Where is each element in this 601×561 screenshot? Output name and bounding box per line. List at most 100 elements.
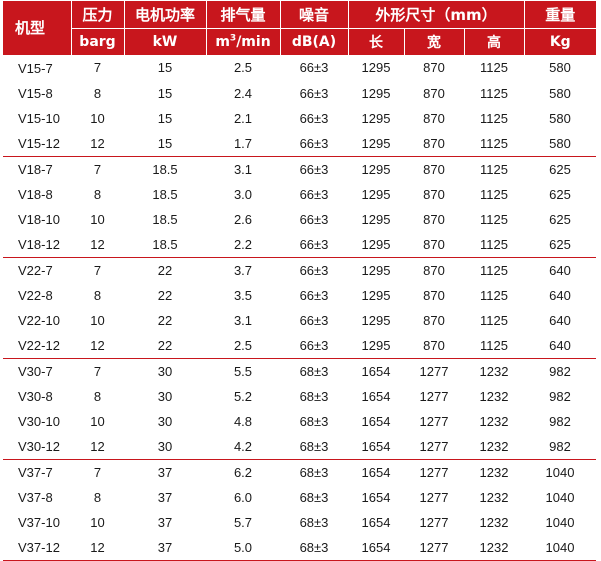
cell-width: 1277: [404, 357, 464, 384]
capacity-unit-base: m: [215, 34, 230, 50]
cell-length: 1295: [348, 256, 404, 283]
cell-weight: 1040: [545, 514, 575, 530]
cell-pressure: 7: [71, 458, 124, 485]
cell-weight: 625: [549, 186, 571, 202]
table-row: V15-10 10 15 2.1 66±3 1295 870 1125 580: [3, 106, 596, 131]
table-row: V22-8 8 22 3.5 66±3 1295 870 1125 640: [3, 283, 596, 308]
cell-width: 1277: [404, 534, 464, 561]
cell-capacity: 2.1: [233, 110, 253, 126]
cell-weight: 625: [524, 155, 597, 182]
table-row: V37-7 7 37 6.2 68±3 1654 1277 1232 1040: [3, 458, 597, 485]
cell-weight: 982: [549, 438, 571, 454]
cell-width: 1277: [419, 413, 449, 429]
table-row: V15-12 12 15 1.7 66±3 1295 870 1125 580: [3, 131, 596, 157]
cell-model: V18-10: [18, 211, 60, 227]
table-row: V37-12 12 37 5.0 68±3 1654 1277 1232 1040: [3, 534, 597, 561]
table-row: V18-10 10 18.5 2.6 66±3 1295 870 1125 625: [3, 207, 596, 232]
cell-capacity: 3.0: [233, 186, 253, 202]
table-row: V22-12 12 22 2.5 66±3 1295 870 1125 640: [3, 333, 596, 359]
cell-height: 1125: [480, 186, 508, 202]
table-row: V22-7 7 22 3.7 66±3 1295 870 1125 640: [3, 256, 597, 283]
cell-noise: 66±3: [299, 211, 329, 227]
table-row: V22-10 10 22 3.1 66±3 1295 870 1125 640: [3, 308, 596, 333]
cell-width: 870: [423, 110, 445, 126]
table-body: V15-7 7 15 2.5 66±3 1295 870 1125 580 V15-8 8 15 2.4…: [3, 55, 597, 561]
cell-width: 1277: [419, 514, 449, 530]
cell-height: 1125: [480, 236, 508, 252]
header-weight-unit: Kg: [523, 28, 597, 55]
cell-weight: 1040: [524, 458, 597, 485]
cell-length: 1654: [361, 413, 391, 429]
cell-model: V18-7: [3, 155, 71, 182]
cell-pressure: 12: [71, 534, 124, 561]
cell-height: 1125: [480, 211, 508, 227]
cell-power: 22: [157, 312, 173, 328]
cell-power: 15: [157, 85, 173, 101]
cell-power: 18.5: [124, 155, 206, 182]
cell-capacity: 2.5: [233, 60, 253, 76]
cell-noise: 68±3: [280, 534, 348, 561]
cell-power: 30: [157, 388, 173, 404]
cell-noise: 68±3: [299, 438, 329, 454]
cell-weight: 625: [549, 211, 571, 227]
cell-model: V22-8: [18, 287, 53, 303]
cell-height: 1232: [479, 489, 509, 505]
cell-power: 37: [157, 489, 173, 505]
cell-weight: 640: [549, 312, 571, 328]
cell-width: 870: [423, 186, 445, 202]
cell-pressure: 12: [90, 438, 105, 454]
cell-length: 1295: [348, 155, 404, 182]
header-pressure-unit: barg: [70, 28, 124, 55]
cell-height: 1125: [480, 135, 508, 151]
cell-length: 1654: [361, 438, 391, 454]
header-weight: 重量: [523, 1, 597, 29]
capacity-unit-tail: /min: [236, 34, 271, 50]
cell-width: 870: [423, 337, 445, 353]
cell-weight: 640: [549, 337, 571, 353]
cell-power: 15: [157, 110, 173, 126]
cell-weight: 580: [549, 110, 571, 126]
cell-model: V37-10: [18, 514, 60, 530]
cell-capacity: 1.7: [233, 135, 253, 151]
table-header: 机型 压力 电机功率 排气量 噪音 外形尺寸（mm） 重量 barg kW m3…: [3, 1, 597, 56]
cell-weight: 580: [549, 60, 571, 76]
cell-pressure: 7: [71, 155, 124, 182]
cell-noise: 68±3: [299, 489, 329, 505]
cell-length: 1654: [361, 514, 391, 530]
cell-length: 1654: [361, 489, 391, 505]
cell-model: V22-12: [18, 337, 60, 353]
header-height: 高: [463, 28, 525, 55]
cell-width: 870: [423, 312, 445, 328]
header-model: 机型: [3, 1, 71, 56]
cell-length: 1295: [361, 337, 391, 353]
header-capacity-unit: m3/min: [205, 28, 280, 55]
cell-height: 1125: [464, 256, 525, 283]
cell-noise: 66±3: [280, 256, 348, 283]
cell-pressure: 12: [90, 337, 105, 353]
cell-noise: 66±3: [299, 186, 329, 202]
table-row: V37-10 10 37 5.7 68±3 1654 1277 1232 1040: [3, 510, 596, 535]
table-row: V30-7 7 30 5.5 68±3 1654 1277 1232 982: [3, 357, 597, 384]
header-power-unit: kW: [123, 28, 206, 55]
header-noise: 噪音: [279, 1, 348, 29]
cell-weight: 625: [549, 236, 571, 252]
cell-power: 22: [124, 256, 206, 283]
cell-pressure: 8: [93, 489, 102, 505]
cell-model: V18-12: [18, 236, 60, 252]
cell-pressure: 8: [93, 186, 102, 202]
cell-pressure: 12: [90, 236, 105, 252]
header-dimensions: 外形尺寸（mm）: [347, 1, 525, 29]
cell-length: 1295: [361, 110, 391, 126]
table-row: V18-8 8 18.5 3.0 66±3 1295 870 1125 625: [3, 182, 596, 207]
cell-capacity: 2.5: [233, 337, 253, 353]
cell-model: V18-8: [18, 186, 53, 202]
cell-width: 870: [423, 211, 445, 227]
table-row: V30-8 8 30 5.2 68±3 1654 1277 1232 982: [3, 384, 596, 409]
cell-capacity: 3.1: [206, 155, 280, 182]
cell-height: 1232: [464, 357, 525, 384]
header-capacity: 排气量: [205, 1, 280, 29]
cell-height: 1125: [480, 60, 508, 76]
cell-capacity: 2.4: [233, 85, 253, 101]
table-row: V15-7 7 15 2.5 66±3 1295 870 1125 580: [3, 55, 596, 81]
cell-length: 1295: [361, 85, 391, 101]
